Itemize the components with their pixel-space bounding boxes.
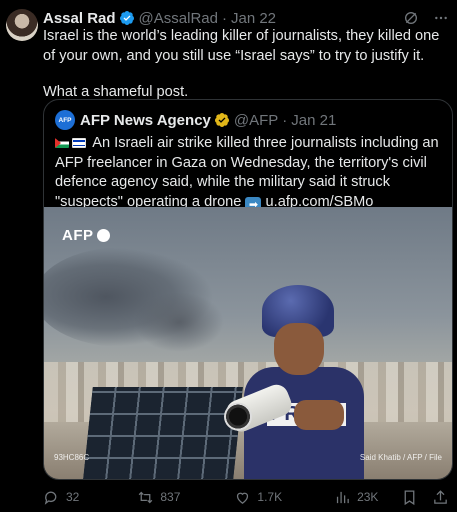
photo-watermark: 93HC86C	[54, 453, 90, 462]
grok-icon[interactable]	[403, 10, 419, 26]
share-icon	[434, 489, 447, 504]
more-options-icon[interactable]	[433, 10, 449, 26]
repost-button[interactable]: 837	[137, 489, 180, 506]
view-count: 23K	[357, 490, 379, 504]
views-bar-chart-icon	[336, 491, 349, 503]
repost-icon	[139, 491, 153, 503]
photo-credit: Said Khatib / AFP / File	[359, 453, 442, 462]
header-separator: ·	[221, 9, 227, 27]
like-count: 1.7K	[257, 490, 283, 504]
bookmark-icon	[404, 489, 415, 505]
post-body: Israel is the world’s leading killer of …	[43, 27, 453, 103]
repost-count: 837	[160, 490, 181, 504]
post-date[interactable]: Jan 22	[231, 10, 276, 27]
author-handle[interactable]: @AssalRad	[139, 10, 218, 27]
reply-icon	[44, 491, 57, 505]
smoke-plume-lower	[134, 292, 224, 352]
palestine-flag-icon	[55, 138, 69, 148]
israel-flag-icon	[72, 138, 86, 148]
quoted-header-separator: ·	[282, 111, 288, 129]
post-text-line1: Israel is the world’s leading killer of …	[43, 28, 440, 64]
quoted-post-header: AFP AFP News Agency @AFP · Jan 21	[55, 110, 442, 130]
journalist-figure: PRESS	[222, 285, 374, 479]
heart-icon	[237, 492, 249, 504]
quoted-post-body: An Israeli air strike killed three journ…	[55, 134, 447, 213]
solar-panels	[83, 387, 243, 479]
afp-logo: AFP	[62, 227, 110, 244]
quoted-post[interactable]: AFP AFP News Agency @AFP · Jan 21 An Isr…	[43, 99, 453, 480]
reply-button[interactable]: 32	[43, 489, 79, 506]
views-button[interactable]: 23K	[334, 489, 378, 506]
action-bar: 32 837 1.7K 23K	[43, 487, 449, 507]
author-name[interactable]: Assal Rad	[43, 10, 116, 27]
quoted-post-date[interactable]: Jan 21	[291, 112, 336, 129]
gold-verified-badge-icon	[214, 113, 229, 127]
quoted-author-name[interactable]: AFP News Agency	[80, 112, 211, 129]
afp-avatar[interactable]: AFP	[55, 110, 75, 130]
author-avatar[interactable]	[6, 9, 38, 41]
post-header: Assal Rad @AssalRad · Jan 22	[43, 9, 449, 27]
camera	[222, 380, 309, 436]
face	[274, 323, 324, 375]
quoted-post-photo[interactable]: AFP PRESS 93HC86C Said Khatib / AFP / Fi…	[44, 207, 452, 479]
quoted-author-handle[interactable]: @AFP	[234, 112, 278, 129]
reply-count: 32	[66, 490, 80, 504]
verified-badge-icon	[119, 11, 134, 25]
bookmark-button[interactable]	[401, 489, 418, 506]
like-button[interactable]: 1.7K	[234, 489, 282, 506]
share-button[interactable]	[432, 489, 449, 506]
